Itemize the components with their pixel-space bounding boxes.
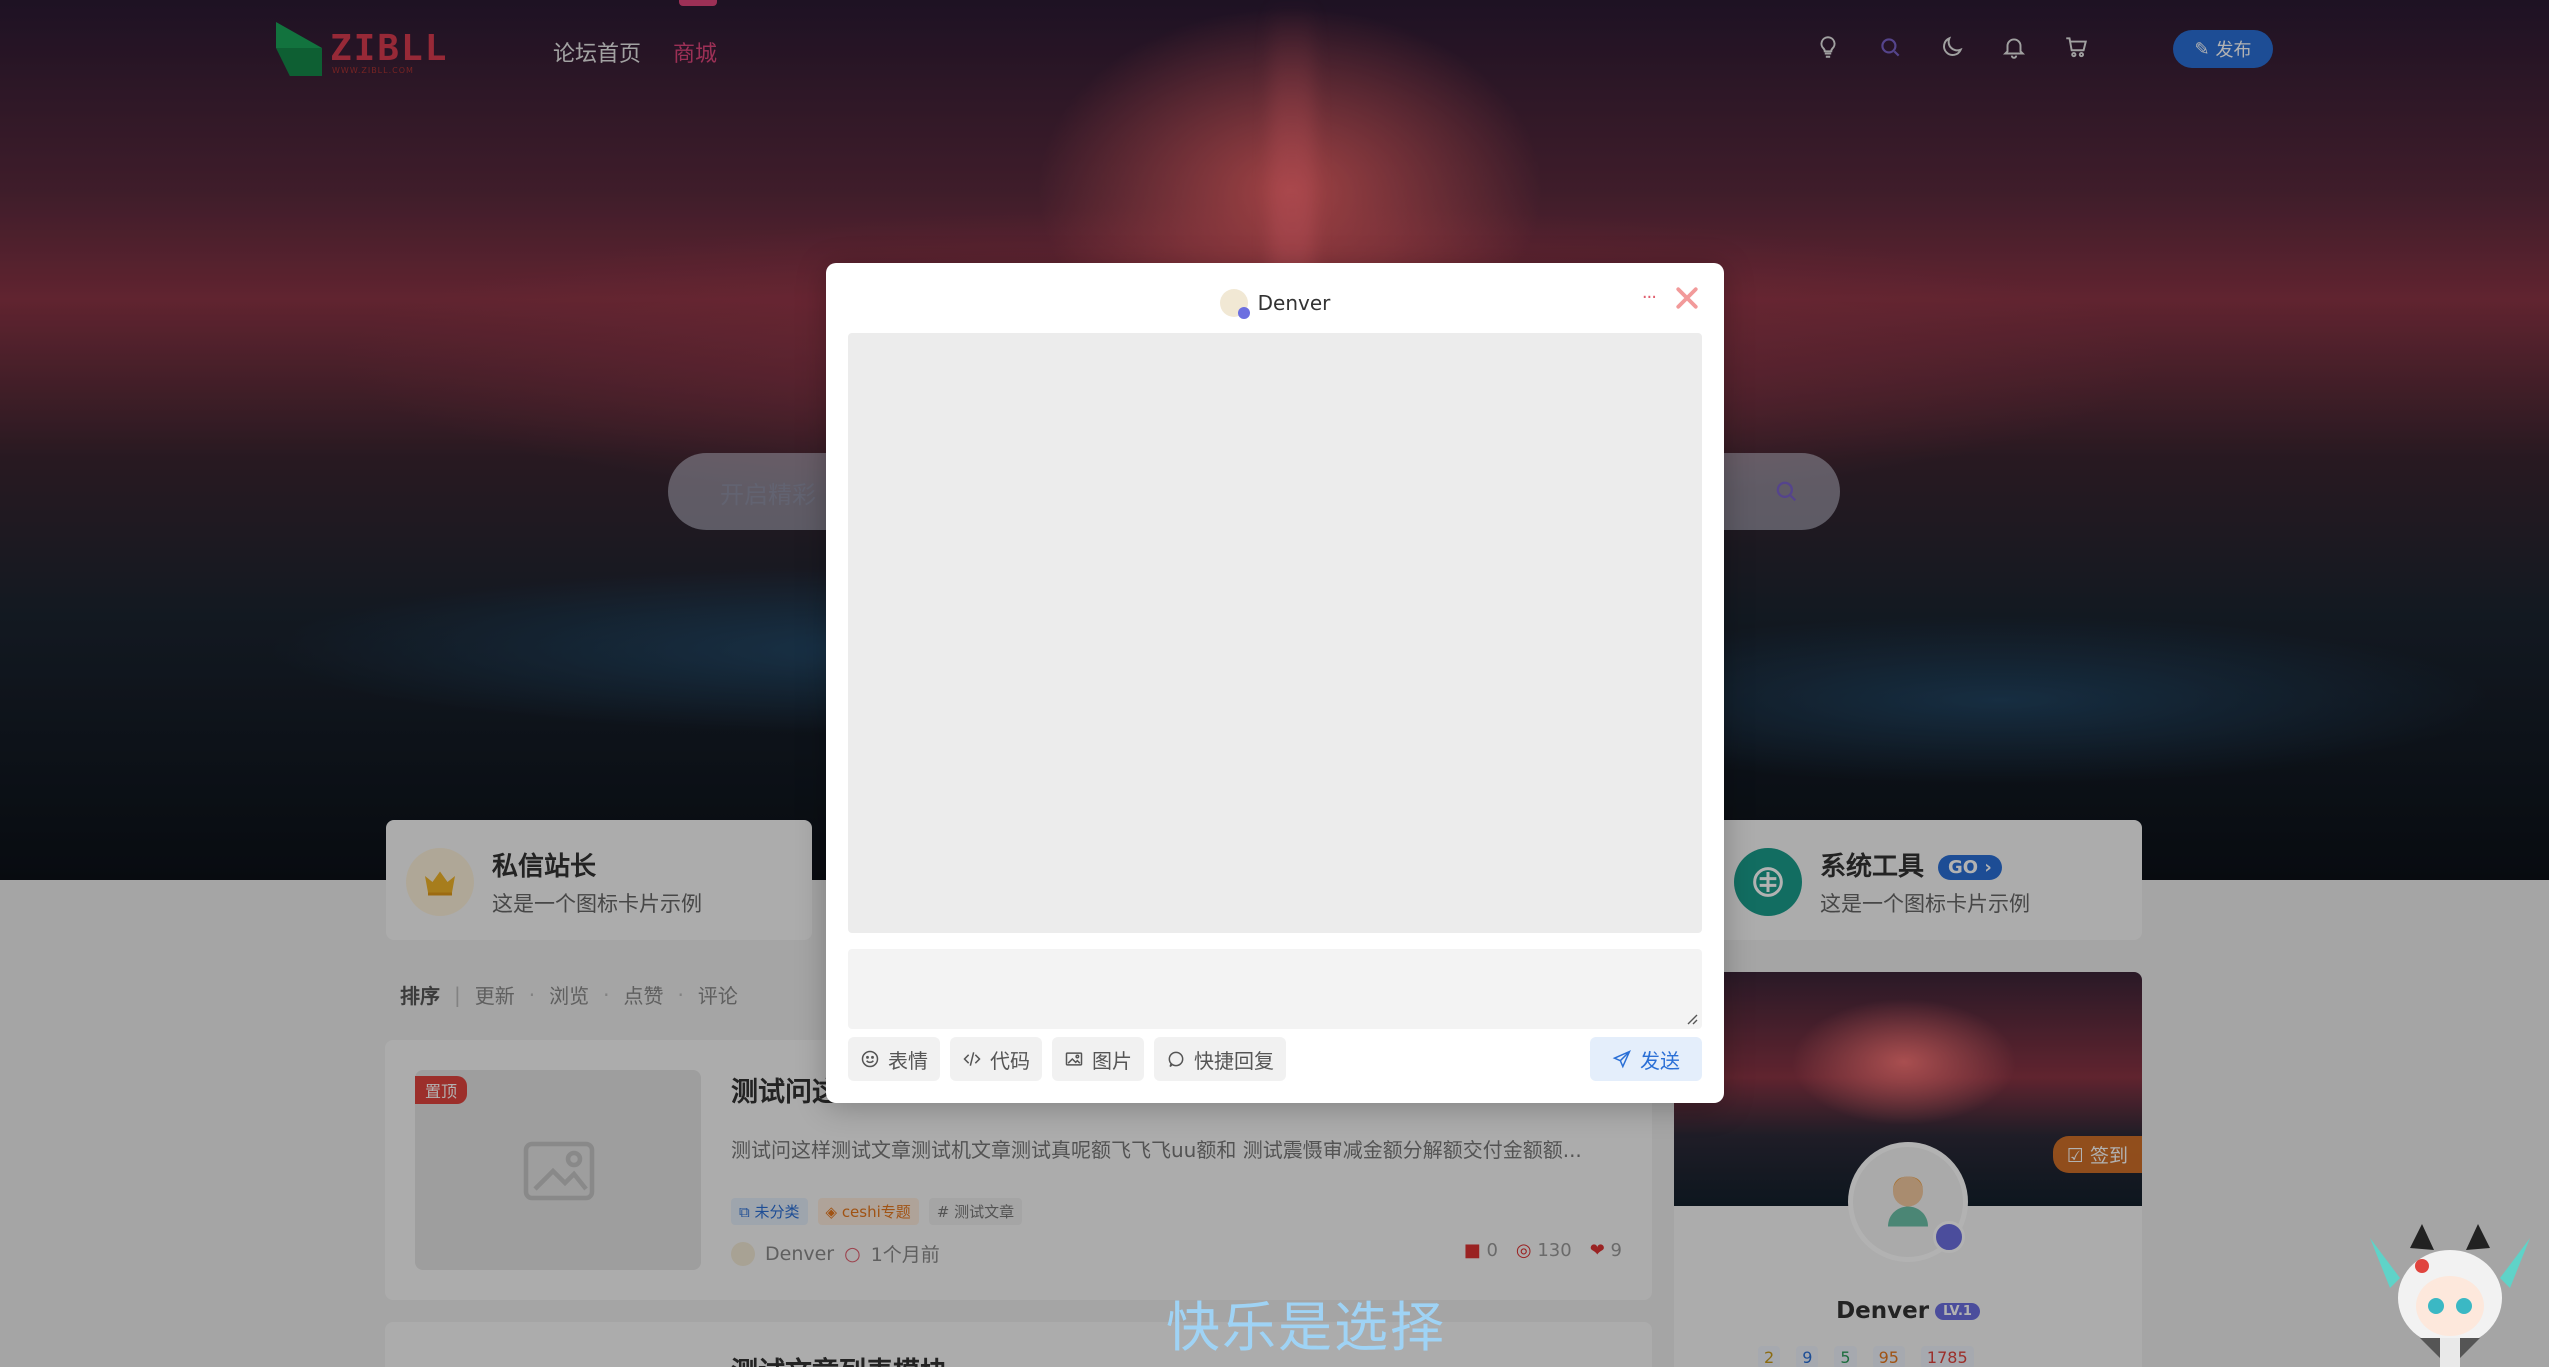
floating-slogan: 快乐是选择 (1166, 1296, 1446, 1359)
mascot-character-icon[interactable] (2360, 1218, 2540, 1367)
code-icon (963, 1052, 981, 1066)
code-label: 代码 (990, 1048, 1030, 1073)
message-toolbar: 表情 代码 图片 快捷回复 (848, 1037, 1286, 1081)
code-button[interactable]: 代码 (950, 1037, 1042, 1081)
close-icon[interactable] (1672, 283, 1702, 313)
image-label: 图片 (1092, 1048, 1132, 1073)
quick-reply-label: 快捷回复 (1194, 1048, 1274, 1073)
modal-header: Denver (826, 289, 1724, 319)
chat-bubble-icon (1168, 1051, 1184, 1068)
chat-user-name: Denver (1257, 291, 1331, 315)
paper-plane-icon (1612, 1050, 1631, 1069)
emoji-button[interactable]: 表情 (848, 1037, 940, 1081)
chat-user-avatar (1219, 289, 1250, 319)
more-options-icon[interactable]: ··· (1642, 287, 1657, 308)
chat-history-panel[interactable] (848, 333, 1702, 933)
message-input[interactable] (848, 949, 1702, 1029)
smile-icon (861, 1050, 879, 1068)
send-button[interactable]: 发送 (1590, 1037, 1702, 1081)
image-icon (1065, 1052, 1083, 1066)
emoji-label: 表情 (888, 1048, 928, 1073)
send-label: 发送 (1640, 1048, 1680, 1073)
private-message-modal: Denver ··· 表情 代码 图片 快捷回复 发送 (826, 263, 1724, 1103)
image-button[interactable]: 图片 (1052, 1037, 1144, 1081)
resize-handle-icon[interactable] (1684, 1011, 1698, 1025)
quick-reply-button[interactable]: 快捷回复 (1154, 1037, 1286, 1081)
